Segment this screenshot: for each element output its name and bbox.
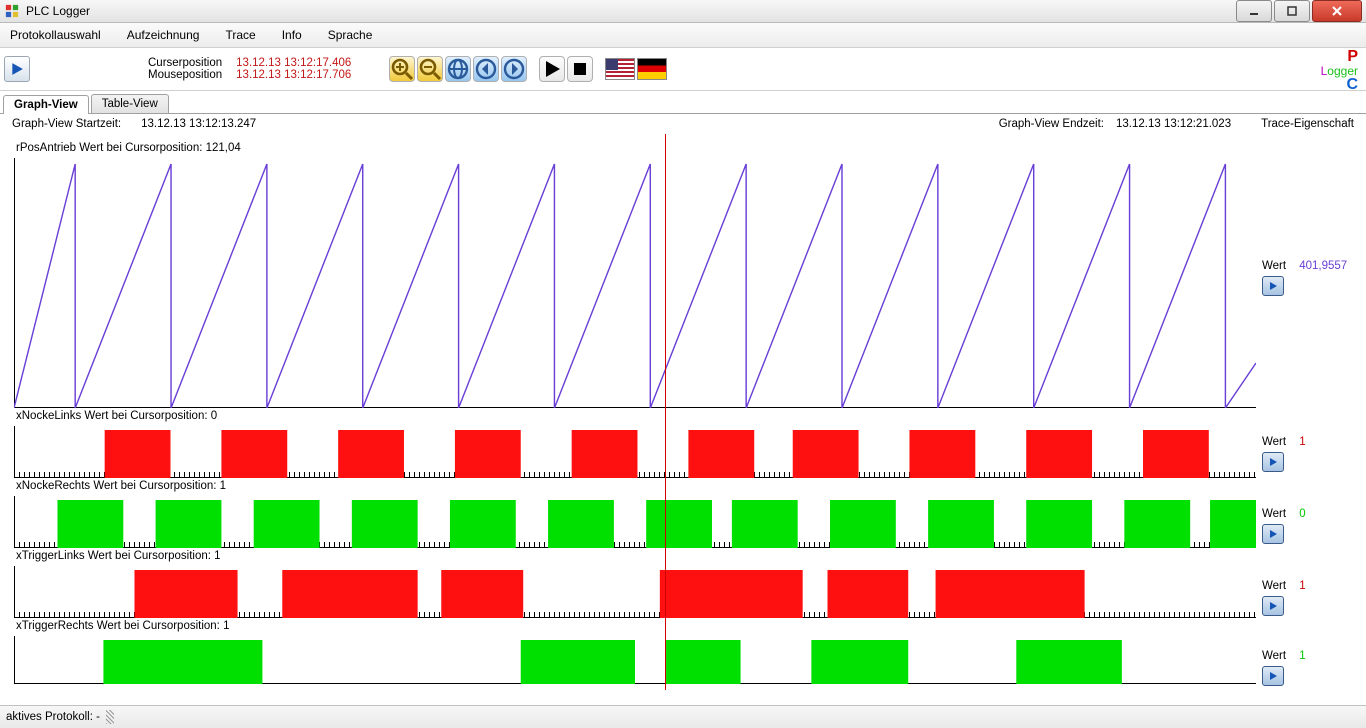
trace-xtriggerlinks: xTriggerLinks Wert bei Cursorposition: 1 bbox=[14, 566, 1256, 618]
graph-start-label: Graph-View Startzeit: bbox=[12, 118, 121, 130]
side-xtriggerrechts: Wert 1 bbox=[1262, 650, 1306, 686]
plot-column[interactable]: rPosAntrieb Wert bei Cursorposition: 121… bbox=[0, 134, 1256, 690]
side-xnockelinks: Wert 1 bbox=[1262, 436, 1306, 472]
window-title: PLC Logger bbox=[26, 4, 90, 18]
maximize-button[interactable] bbox=[1274, 0, 1310, 22]
title-bar: PLC Logger bbox=[0, 0, 1366, 23]
trace-rposantrieb: rPosAntrieb Wert bei Cursorposition: 121… bbox=[14, 158, 1256, 408]
position-readout: Curserposition 13.12.13 13:12:17.406 Mou… bbox=[148, 57, 351, 81]
zoom-in-icon[interactable] bbox=[389, 56, 415, 82]
view-tabs: Graph-View Table-View bbox=[0, 91, 1366, 114]
tab-table-view[interactable]: Table-View bbox=[91, 94, 169, 113]
trace-xtriggerrechts: xTriggerRechts Wert bei Cursorposition: … bbox=[14, 636, 1256, 684]
flag-de-icon[interactable] bbox=[637, 58, 667, 80]
trace-xnockelinks-plot bbox=[14, 426, 1256, 478]
plot-area: rPosAntrieb Wert bei Cursorposition: 121… bbox=[0, 134, 1366, 690]
side-xnockerechts: Wert 0 bbox=[1262, 508, 1306, 544]
trace-xnockerechts: xNockeRechts Wert bei Cursorposition: 1 bbox=[14, 496, 1256, 548]
menu-trace[interactable]: Trace bbox=[221, 26, 259, 44]
app-icon bbox=[4, 3, 20, 19]
trace-xnockerechts-label: xNockeRechts Wert bei Cursorposition: 1 bbox=[16, 480, 226, 492]
trace-xtriggerlinks-label: xTriggerLinks Wert bei Cursorposition: 1 bbox=[16, 550, 221, 562]
zoom-out-icon[interactable] bbox=[417, 56, 443, 82]
play-button[interactable] bbox=[539, 56, 565, 82]
mouse-pos-label: Mouseposition bbox=[148, 69, 222, 81]
tool-strip: Curserposition 13.12.13 13:12:17.406 Mou… bbox=[0, 48, 1366, 91]
cursor-line[interactable] bbox=[665, 134, 666, 690]
trace-xtriggerrechts-plot bbox=[14, 636, 1256, 684]
stop-button[interactable] bbox=[567, 56, 593, 82]
tab-graph-view[interactable]: Graph-View bbox=[3, 95, 89, 114]
menu-bar: Protokollauswahl Aufzeichnung Trace Info… bbox=[0, 23, 1366, 48]
side-play-5[interactable] bbox=[1262, 666, 1284, 686]
side-play-3[interactable] bbox=[1262, 524, 1284, 544]
menu-info[interactable]: Info bbox=[278, 26, 306, 44]
menu-aufzeichnung[interactable]: Aufzeichnung bbox=[123, 26, 204, 44]
status-bar: aktives Protokoll: - bbox=[0, 705, 1366, 728]
side-rposantrieb: Wert 401,9557 bbox=[1262, 260, 1347, 296]
menu-protokollauswahl[interactable]: Protokollauswahl bbox=[6, 26, 105, 44]
run-button[interactable] bbox=[4, 56, 30, 82]
graph-end-value: 13.12.13 13:12:21.023 bbox=[1116, 118, 1231, 130]
side-values: Wert 401,9557 Wert 1 Wert 0 Wert 1 Wert … bbox=[1256, 134, 1366, 690]
menu-sprache[interactable]: Sprache bbox=[324, 26, 377, 44]
cursor-pos-label: Curserposition bbox=[148, 57, 222, 69]
zoom-fit-icon[interactable] bbox=[445, 56, 471, 82]
trace-rposantrieb-label: rPosAntrieb Wert bei Cursorposition: 121… bbox=[16, 142, 241, 154]
trace-xnockelinks: xNockeLinks Wert bei Cursorposition: 0 bbox=[14, 426, 1256, 478]
graph-start-value: 13.12.13 13:12:13.247 bbox=[141, 118, 256, 130]
graph-end-label: Graph-View Endzeit: bbox=[999, 118, 1104, 130]
zoom-group bbox=[389, 56, 527, 82]
lang-group bbox=[605, 58, 667, 80]
trace-xtriggerlinks-plot bbox=[14, 566, 1256, 618]
side-xtriggerlinks: Wert 1 bbox=[1262, 580, 1306, 616]
minimize-button[interactable] bbox=[1236, 0, 1272, 22]
trace-rposantrieb-plot bbox=[14, 158, 1256, 408]
trace-xnockerechts-plot bbox=[14, 496, 1256, 548]
trace-xtriggerrechts-label: xTriggerRechts Wert bei Cursorposition: … bbox=[16, 620, 229, 632]
status-text: aktives Protokoll: - bbox=[6, 711, 100, 723]
window-buttons bbox=[1234, 0, 1362, 22]
side-play-4[interactable] bbox=[1262, 596, 1284, 616]
zoom-next-icon[interactable] bbox=[501, 56, 527, 82]
cursor-pos-value: 13.12.13 13:12:17.406 bbox=[236, 57, 351, 69]
mouse-pos-value: 13.12.13 13:12:17.706 bbox=[236, 69, 351, 81]
side-play-1[interactable] bbox=[1262, 276, 1284, 296]
brand-logo: P Logger C bbox=[1321, 50, 1358, 92]
play-group bbox=[539, 56, 593, 82]
trace-xnockelinks-label: xNockeLinks Wert bei Cursorposition: 0 bbox=[16, 410, 217, 422]
status-grip[interactable] bbox=[106, 710, 114, 724]
flag-us-icon[interactable] bbox=[605, 58, 635, 80]
zoom-prev-icon[interactable] bbox=[473, 56, 499, 82]
side-play-2[interactable] bbox=[1262, 452, 1284, 472]
trace-property-label: Trace-Eigenschaft bbox=[1261, 118, 1354, 130]
graph-header: Graph-View Startzeit: 13.12.13 13:12:13.… bbox=[0, 114, 1366, 134]
close-button[interactable] bbox=[1312, 0, 1362, 22]
